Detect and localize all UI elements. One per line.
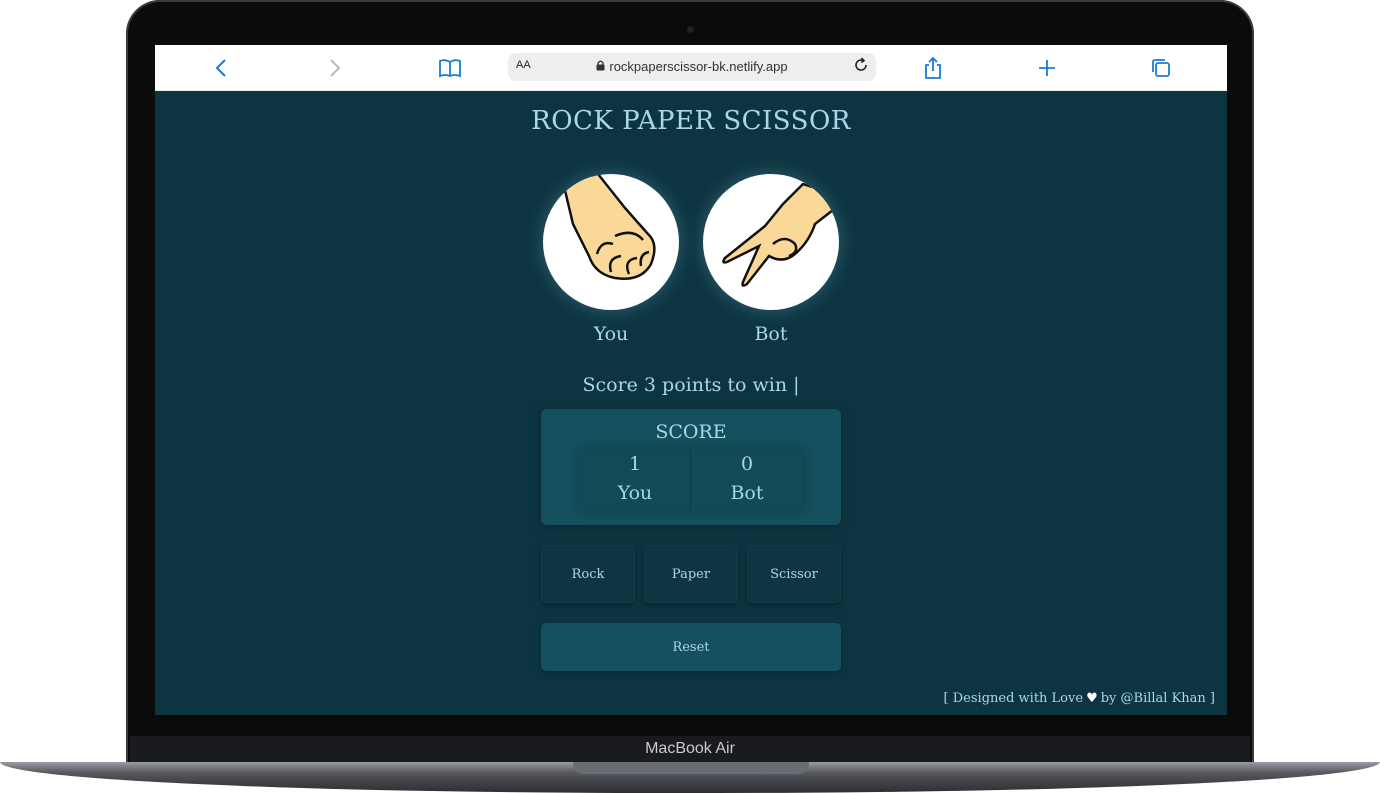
bot-hand-scissor [703,174,839,310]
camera-icon [687,26,694,33]
scissor-hand-icon [722,182,835,287]
bot-label: Bot [754,323,788,345]
book-icon[interactable] [436,54,464,82]
chevron-left-icon[interactable] [207,54,235,82]
plus-icon[interactable] [1033,54,1061,82]
address-bar[interactable]: AA rockpaperscissor-bk.netlify.app [508,53,876,81]
reset-button[interactable]: Reset [541,623,841,671]
score-you: 1 You [579,449,691,511]
scoreboard: SCORE 1 You 0 Bot [541,409,841,525]
rock-button[interactable]: Rock [541,545,635,603]
score-you-value: 1 [628,453,642,475]
screen: AA rockpaperscissor-bk.netlify.app ROCK … [155,45,1227,715]
score-you-label: You [617,482,653,504]
footer-credit: [ Designed with Love ♥ by @Billal Khan ] [944,691,1215,706]
score-bot-value: 0 [740,453,754,475]
score-values: 1 You 0 Bot [579,449,803,511]
chevron-right-icon[interactable] [321,54,349,82]
footer-text-after: by @Billal Khan ] [1100,691,1215,706]
score-bot: 0 Bot [691,449,803,511]
lock-icon [596,60,605,74]
page-title: ROCK PAPER SCISSOR [531,106,851,136]
share-icon[interactable] [919,54,947,82]
footer-text-before: [ Designed with Love [943,691,1084,706]
heart-icon: ♥ [1086,691,1098,706]
score-title: SCORE [655,421,727,443]
player-hand-rock [543,174,679,310]
url-text: rockpaperscissor-bk.netlify.app [609,59,788,74]
win-condition-text: Score 3 points to win | [582,374,800,396]
tabs-icon[interactable] [1147,54,1175,82]
device-label: MacBook Air [645,740,735,757]
paper-button[interactable]: Paper [644,545,738,603]
scissor-button[interactable]: Scissor [747,545,841,603]
reload-icon[interactable] [852,56,870,79]
you-label: You [593,323,629,345]
rock-hand-icon [561,174,656,280]
laptop-notch [573,762,809,774]
browser-toolbar: AA rockpaperscissor-bk.netlify.app [155,45,1227,91]
score-bot-label: Bot [730,482,764,504]
game-app: ROCK PAPER SCISSOR You Bot Score 3 point… [155,90,1227,715]
